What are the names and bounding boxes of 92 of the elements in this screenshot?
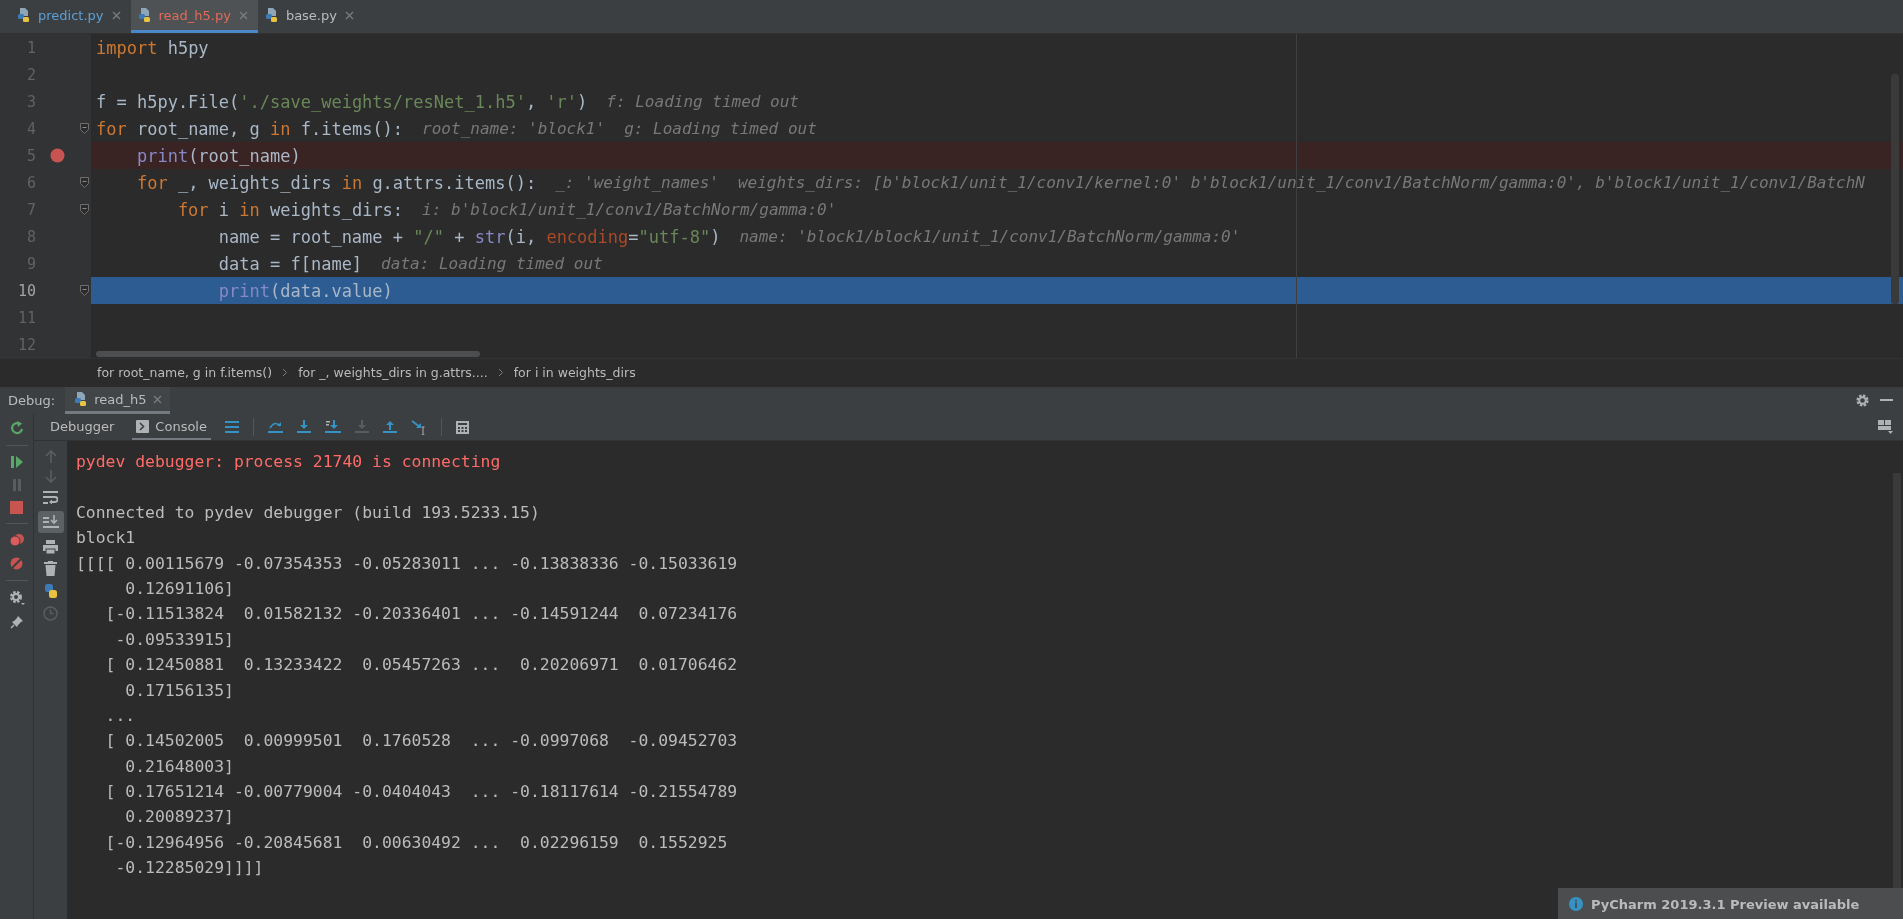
scrollbar[interactable] <box>1891 74 1899 304</box>
console-line: [[[[ 0.00115679 -0.07354353 -0.05283011 ... -0.13838336 -0.15033619 <box>76 552 739 575</box>
console-line: 0.12691106] <box>124 577 235 600</box>
close-icon[interactable] <box>111 10 121 20</box>
menu-icon[interactable] <box>224 421 239 433</box>
python-console-icon[interactable] <box>42 583 59 599</box>
scrollbar[interactable] <box>96 351 480 357</box>
clock-icon[interactable] <box>43 606 58 621</box>
inline-value-hint: f: Loading timed out <box>606 92 799 111</box>
code-line: name = root_name + "/" + str(i, encoding="utf-8") <box>217 226 721 247</box>
line-number: 10 <box>16 281 36 300</box>
file-icon <box>263 7 280 23</box>
pin-icon[interactable] <box>9 615 24 629</box>
close-icon[interactable] <box>153 394 163 404</box>
settings-icon[interactable] <box>1855 393 1870 408</box>
force-step-icon[interactable] <box>354 420 369 434</box>
layout-icon[interactable] <box>1878 420 1893 434</box>
fold-icon[interactable] <box>80 285 89 296</box>
resume-icon[interactable] <box>9 455 24 469</box>
fold-icon[interactable] <box>80 177 89 188</box>
close-icon[interactable] <box>238 10 248 20</box>
calculator-icon[interactable] <box>455 420 469 434</box>
code-line: for root_name, g in f.items(): <box>96 118 404 139</box>
notification-balloon[interactable]: PyCharm 2019.3.1 Preview available <box>1558 888 1903 919</box>
code-line: for i in weights_dirs: <box>176 199 404 220</box>
mute-breakpoints-icon[interactable] <box>9 556 24 571</box>
step-over-icon[interactable] <box>267 420 283 434</box>
step-out-icon[interactable] <box>382 420 397 434</box>
rerun-icon[interactable] <box>8 420 25 436</box>
breadcrumb[interactable]: for i in weights_dirs <box>513 365 636 380</box>
breakpoints-icon[interactable] <box>8 533 25 547</box>
close-icon[interactable] <box>344 10 354 20</box>
inline-value-hint: i: b'block1/unit_1/conv1/BatchNorm/gamma:0' <box>422 200 837 219</box>
console-line: ... <box>104 704 137 727</box>
chevron-icon <box>497 368 504 377</box>
breadcrumb[interactable]: for _, weights_dirs in g.attrs.... <box>298 365 488 380</box>
code-line: f = h5py.File('./save_weights/resNet_1.h5', 'r') <box>96 91 588 112</box>
inline-value-hint: weights_dirs: [b'block1/unit_1/conv1/kernel:0' b'block1/unit_1/conv1/BatchNorm/gamma:0', b'block1/unit_1/conv1/BatchN <box>737 173 1865 192</box>
view-tab[interactable]: Console <box>132 414 211 440</box>
inline-value-hint: _: 'weight_names' <box>555 173 719 192</box>
panel-title: Debug: <box>8 393 56 408</box>
console-line: -0.09533915] <box>114 628 235 651</box>
file-icon <box>16 7 32 23</box>
inline-value-hint: root_name: 'block1' <box>422 119 606 138</box>
pause-icon[interactable] <box>10 478 23 492</box>
console-line: [-0.12964956 -0.20845681 0.00630492 ... 0.02296159 0.1552925 <box>104 831 729 854</box>
info-icon <box>1569 897 1583 911</box>
code-line: print(root_name) <box>135 145 301 166</box>
file-icon <box>136 7 153 23</box>
trash-icon[interactable] <box>44 561 57 576</box>
session-tab[interactable]: read_h5 <box>65 387 171 414</box>
console-line: [ 0.17651214 -0.00779004 -0.0404043 ... -0.18117614 -0.21554789 <box>104 781 739 804</box>
editor-tab[interactable]: predict.py <box>10 0 131 33</box>
step-into-icon[interactable] <box>296 420 311 434</box>
tab-label[interactable]: predict.py <box>38 7 104 23</box>
console-icon <box>136 419 150 433</box>
console-line: 0.20089237] <box>124 806 235 829</box>
breakpoint-icon[interactable] <box>49 148 65 163</box>
console-line: 0.17156135] <box>124 679 235 702</box>
scroll-to-end-button[interactable] <box>37 511 64 533</box>
minimize-icon[interactable] <box>1880 399 1893 402</box>
notification-title: PyCharm 2019.3.1 Preview available <box>1591 897 1860 912</box>
editor-tab[interactable]: base.py <box>257 0 364 33</box>
inline-value-hint: data: Loading timed out <box>381 254 603 273</box>
chevron-icon <box>282 368 289 377</box>
console-line: 0.21648003] <box>124 755 235 778</box>
console-line: [ 0.14502005 0.00999501 0.1760528 ... -0.0997068 -0.09452703 <box>104 730 739 753</box>
tab-label[interactable]: base.py <box>285 7 337 23</box>
run-to-cursor-icon[interactable] <box>410 419 427 435</box>
breadcrumb[interactable]: for root_name, g in f.items() <box>97 365 273 380</box>
down-arrow-icon[interactable] <box>44 470 57 484</box>
console-line: Connected to pydev debugger (build 193.5233.15) <box>76 501 541 524</box>
up-arrow-icon[interactable] <box>44 449 57 463</box>
step-into-mine-icon[interactable] <box>324 420 341 434</box>
code-line: import h5py <box>96 37 209 58</box>
console-line: [-0.11513824 0.01582132 -0.20336401 ... -0.14591244 0.07234176 <box>104 603 739 626</box>
console-line: [ 0.12450881 0.13233422 0.05457263 ... 0.20206971 0.01706462 <box>104 654 739 677</box>
code-line: data = f[name] <box>217 253 363 274</box>
view-tab[interactable]: Debugger <box>46 414 119 440</box>
inline-value-hint: g: Loading timed out <box>624 119 817 138</box>
settings-icon[interactable] <box>8 590 25 606</box>
code-line: print(data.value) <box>217 280 393 301</box>
code-line: for _, weights_dirs in g.attrs.items(): <box>135 172 537 193</box>
fold-icon[interactable] <box>80 204 89 215</box>
console-line: -0.12285029]]]] <box>114 857 265 880</box>
scroll-to-end-icon <box>42 514 59 530</box>
soft-wrap-icon[interactable] <box>43 491 58 504</box>
fold-icon[interactable] <box>80 123 89 134</box>
console-error-line: pydev debugger: process 21740 is connecting <box>76 451 502 473</box>
inline-value-hint: name: 'block1/block1/unit_1/conv1/BatchNorm/gamma:0' <box>739 227 1241 246</box>
console-line: block1 <box>76 527 137 550</box>
print-icon[interactable] <box>43 540 58 554</box>
